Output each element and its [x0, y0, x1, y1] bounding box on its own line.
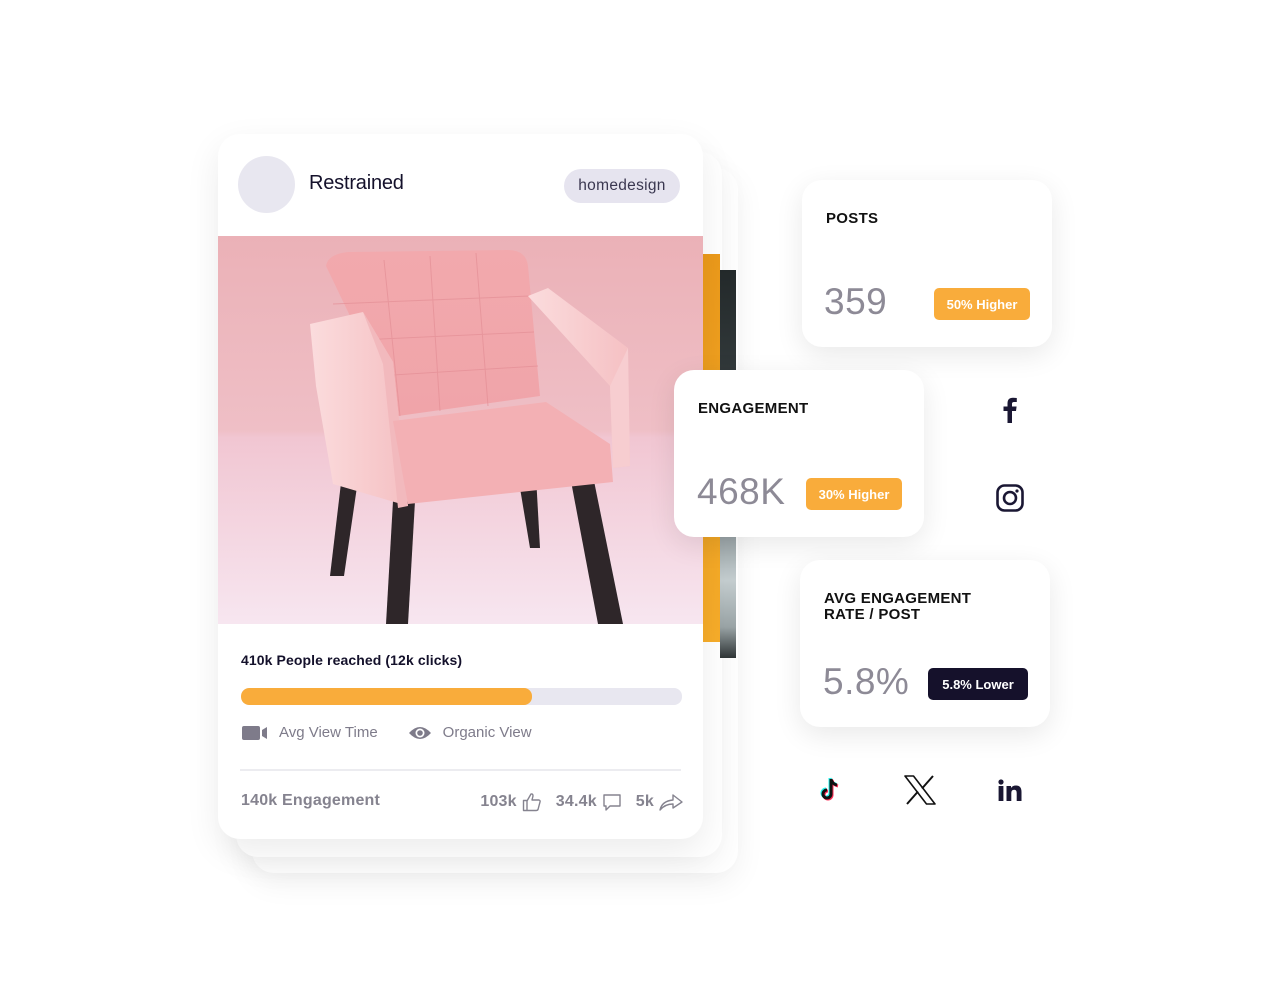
share-icon	[659, 794, 683, 811]
x-logo-icon	[904, 775, 936, 805]
facebook-button[interactable]	[990, 390, 1030, 430]
kpi-title: ENGAGEMENT	[698, 400, 809, 417]
avatar[interactable]	[238, 156, 295, 213]
metric-organic-view[interactable]: Organic View	[408, 724, 532, 741]
metric-label: Organic View	[442, 724, 532, 741]
reach-progress-bar	[241, 688, 682, 705]
thumbs-up-icon	[522, 793, 541, 812]
kpi-title: POSTS	[826, 210, 879, 227]
tiktok-button[interactable]	[810, 770, 850, 810]
kpi-change-badge: 50% Higher	[934, 288, 1030, 320]
engagement-total: 140k Engagement	[241, 792, 381, 809]
kpi-title-line-1: AVG ENGAGEMENT	[824, 590, 972, 607]
instagram-button[interactable]	[990, 478, 1030, 518]
metric-label: Avg View Time	[279, 724, 378, 741]
engagement-footer: 140k Engagement 103k 34.4k 5k	[241, 792, 683, 816]
kpi-value: 468K	[697, 471, 786, 512]
x-button[interactable]	[900, 770, 940, 810]
metric-avg-view-time[interactable]: Avg View Time	[242, 724, 378, 741]
kpi-title-line-2: RATE / POST	[824, 606, 921, 623]
linkedin-button[interactable]	[990, 770, 1030, 810]
post-header: Restrained homedesign	[218, 134, 703, 236]
kpi-card-posts[interactable]: POSTS 359 50% Higher	[802, 180, 1052, 347]
hashtag-badge[interactable]: homedesign	[564, 169, 680, 203]
likes-count: 103k	[480, 793, 517, 810]
divider	[240, 769, 681, 771]
likes-stat[interactable]: 103k	[480, 792, 541, 812]
comments-count: 34.4k	[555, 793, 597, 810]
post-image[interactable]	[218, 236, 703, 624]
comment-icon	[603, 794, 621, 811]
shares-count: 5k	[635, 793, 654, 810]
comments-stat[interactable]: 34.4k	[556, 792, 622, 812]
tiktok-icon	[820, 777, 839, 801]
armchair-illustration	[218, 236, 703, 624]
post-card[interactable]: Restrained homedesign 410k People reache…	[218, 134, 703, 839]
view-metrics: Avg View Time Organic View	[242, 724, 562, 741]
video-camera-icon	[242, 725, 267, 740]
instagram-icon	[996, 484, 1024, 512]
kpi-card-engagement[interactable]: ENGAGEMENT 468K 30% Higher	[674, 370, 924, 537]
linkedin-icon	[998, 779, 1022, 801]
kpi-card-avg-engagement-rate[interactable]: AVG ENGAGEMENT RATE / POST 5.8% 5.8% Low…	[800, 560, 1050, 727]
shares-stat[interactable]: 5k	[636, 792, 683, 812]
kpi-change-badge: 5.8% Lower	[928, 668, 1028, 700]
kpi-value: 5.8%	[823, 661, 910, 702]
eye-icon	[408, 726, 431, 739]
kpi-change-badge: 30% Higher	[806, 478, 902, 510]
reach-progress-fill	[241, 688, 533, 705]
engagement-stats: 103k 34.4k 5k	[466, 792, 683, 812]
facebook-icon	[1003, 397, 1017, 423]
post-author[interactable]: Restrained	[309, 172, 404, 195]
kpi-value: 359	[824, 281, 888, 322]
reach-summary: 410k People reached (12k clicks)	[241, 652, 463, 668]
